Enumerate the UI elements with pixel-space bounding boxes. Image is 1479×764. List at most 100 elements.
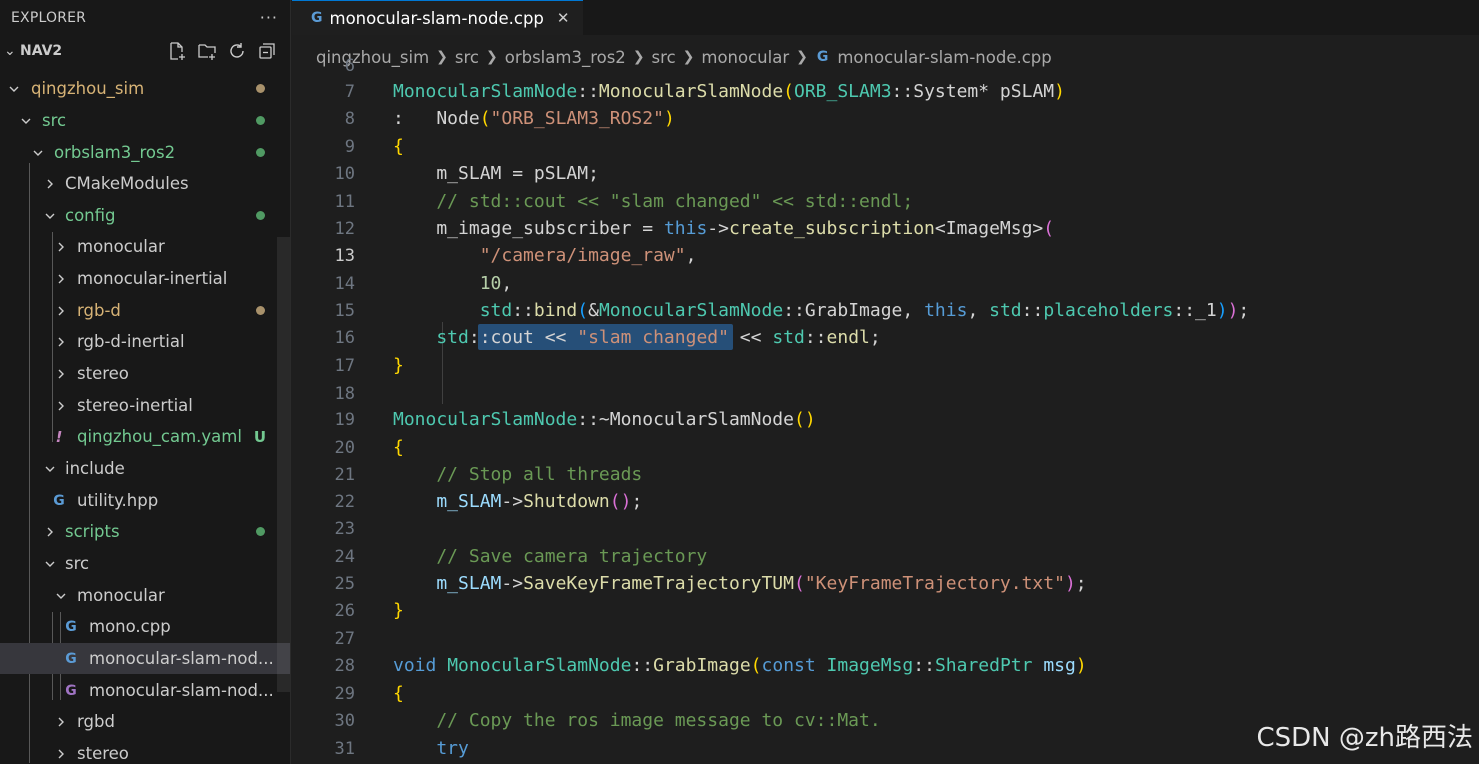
tree-item[interactable]: rgb-d	[0, 295, 290, 326]
code-line[interactable]: 13 "/camera/image_raw",	[292, 242, 1479, 269]
code-line[interactable]: 26}	[292, 597, 1479, 624]
chevron-down-icon[interactable]	[42, 210, 58, 222]
chevron-right-icon[interactable]	[53, 273, 69, 285]
chevron-right-icon[interactable]	[42, 526, 58, 538]
git-status-dot	[256, 148, 265, 157]
tree-item-label: monocular	[77, 586, 165, 605]
code-line[interactable]: 16 std::cout << "slam changed" << std::e…	[292, 324, 1479, 351]
line-number: 23	[334, 518, 355, 539]
tree-item[interactable]: stereo	[0, 738, 290, 764]
tree-item[interactable]: Gutility.hpp	[0, 485, 290, 516]
tree-item[interactable]: Gmonocular-slam-nod...	[0, 675, 290, 706]
chevron-down-icon[interactable]	[42, 558, 58, 570]
new-folder-icon[interactable]	[196, 40, 218, 62]
code-line[interactable]: 27	[292, 625, 1479, 652]
code-line[interactable]: 19 MonocularSlamNode::~MonocularSlamNode(…	[292, 406, 1479, 433]
tree-item[interactable]: rgbd	[0, 706, 290, 737]
code-editor[interactable]: 6 7 MonocularSlamNode::MonocularSlamNode(O…	[292, 56, 1479, 764]
tree-item-label: stereo	[77, 364, 129, 383]
explorer-sidebar: EXPLORER ··· ⌄ NAV2 qingzhou_sim src orbsl…	[0, 0, 291, 764]
line-number: 26	[334, 600, 355, 621]
tree-item-label: rgbd	[77, 712, 115, 731]
cpp-file-icon: G	[65, 650, 77, 667]
tab-bar: G monocular-slam-node.cpp ✕	[292, 0, 1479, 35]
tab-monocular-slam-node[interactable]: G monocular-slam-node.cpp ✕	[292, 0, 584, 35]
collapse-all-icon[interactable]	[256, 40, 278, 62]
code-line[interactable]: 18	[292, 380, 1479, 407]
tree-item[interactable]: monocular	[0, 580, 290, 611]
workspace-header[interactable]: ⌄ NAV2	[0, 35, 290, 67]
tree-item[interactable]: stereo	[0, 358, 290, 389]
chevron-down-icon[interactable]	[6, 83, 22, 95]
code-line[interactable]: 12 m_image_subscriber = this->create_sub…	[292, 215, 1479, 242]
code-text: "/camera/image_raw",	[393, 245, 697, 266]
line-number: 14	[334, 273, 355, 294]
line-number: 8	[344, 108, 355, 129]
code-text: // Save camera trajectory	[393, 546, 708, 567]
new-file-icon[interactable]	[166, 40, 188, 62]
tree-item[interactable]: Gmonocular-slam-nod...	[0, 643, 290, 674]
tree-item[interactable]: src	[0, 105, 290, 136]
line-number: 29	[334, 683, 355, 704]
code-line[interactable]: 7 MonocularSlamNode::MonocularSlamNode(OR…	[292, 78, 1479, 105]
chevron-down-icon: ⌄	[4, 43, 16, 59]
tree-item[interactable]: monocular-inertial	[0, 263, 290, 294]
code-line[interactable]: 21 // Stop all threads	[292, 461, 1479, 488]
chevron-right-icon[interactable]	[53, 305, 69, 317]
code-line[interactable]: 20 {	[292, 434, 1479, 461]
chevron-down-icon[interactable]	[42, 463, 58, 475]
code-text: // Stop all threads	[393, 464, 643, 485]
tree-item-label: orbslam3_ros2	[54, 143, 176, 162]
code-line[interactable]: 11 // std::cout << "slam changed" << std…	[292, 188, 1479, 215]
code-line[interactable]: 10 m_SLAM = pSLAM;	[292, 160, 1479, 187]
tree-item[interactable]: monocular	[0, 231, 290, 262]
chevron-down-icon[interactable]	[18, 115, 34, 127]
chevron-right-icon[interactable]	[53, 748, 69, 760]
tree-item[interactable]: Gmono.cpp	[0, 611, 290, 642]
code-line[interactable]: 14 10,	[292, 270, 1479, 297]
code-line[interactable]: 22 m_SLAM->Shutdown();	[292, 488, 1479, 515]
tree-item[interactable]: scripts	[0, 516, 290, 547]
tree-item[interactable]: CMakeModules	[0, 168, 290, 199]
refresh-icon[interactable]	[226, 40, 248, 62]
tree-item[interactable]: config	[0, 200, 290, 231]
code-line[interactable]: 24 // Save camera trajectory	[292, 543, 1479, 570]
code-line[interactable]: 9{	[292, 133, 1479, 160]
code-line[interactable]: 17}	[292, 352, 1479, 379]
tree-item[interactable]: orbslam3_ros2	[0, 137, 290, 168]
explorer-header: EXPLORER ···	[0, 0, 290, 35]
line-number: 15	[334, 300, 355, 321]
chevron-right-icon[interactable]	[53, 336, 69, 348]
code-text: m_SLAM->SaveKeyFrameTrajectoryTUM("KeyFr…	[393, 573, 1087, 594]
chevron-right-icon[interactable]	[53, 368, 69, 380]
tree-item[interactable]: qingzhou_sim	[0, 73, 290, 104]
git-status-dot	[256, 211, 265, 220]
tree-item[interactable]: src	[0, 548, 290, 579]
chevron-down-icon[interactable]	[53, 590, 69, 602]
sidebar-scrollbar[interactable]	[277, 237, 290, 692]
more-actions-icon[interactable]: ···	[260, 8, 278, 27]
code-line[interactable]: 25 m_SLAM->SaveKeyFrameTrajectoryTUM("Ke…	[292, 570, 1479, 597]
code-line[interactable]: 23	[292, 515, 1479, 542]
tree-item-label: stereo-inertial	[77, 396, 193, 415]
cpp-file-icon: G	[65, 618, 77, 635]
code-line[interactable]: 15 std::bind(&MonocularSlamNode::GrabIma…	[292, 297, 1479, 324]
chevron-right-icon[interactable]	[53, 400, 69, 412]
tree-item[interactable]: rgb-d-inertial	[0, 326, 290, 357]
tree-item-label: mono.cpp	[89, 617, 171, 636]
code-line[interactable]: 29 {	[292, 680, 1479, 707]
explorer-title: EXPLORER	[11, 9, 87, 26]
line-number: 6	[344, 55, 355, 76]
chevron-right-icon[interactable]	[53, 241, 69, 253]
tree-item[interactable]: include	[0, 453, 290, 484]
chevron-right-icon[interactable]	[53, 716, 69, 728]
editor-pane: G monocular-slam-node.cpp ✕ qingzhou_sim…	[292, 0, 1479, 764]
code-line[interactable]: 8: Node("ORB_SLAM3_ROS2")	[292, 105, 1479, 132]
tree-item[interactable]: stereo-inertial	[0, 390, 290, 421]
tree-item[interactable]: ! qingzhou_cam.yaml U	[0, 421, 290, 452]
close-icon[interactable]: ✕	[557, 9, 570, 27]
code-line[interactable]: 6	[292, 52, 1479, 79]
code-line[interactable]: 28 void MonocularSlamNode::GrabImage(cons…	[292, 652, 1479, 679]
chevron-right-icon[interactable]	[42, 178, 58, 190]
chevron-down-icon[interactable]	[30, 147, 46, 159]
